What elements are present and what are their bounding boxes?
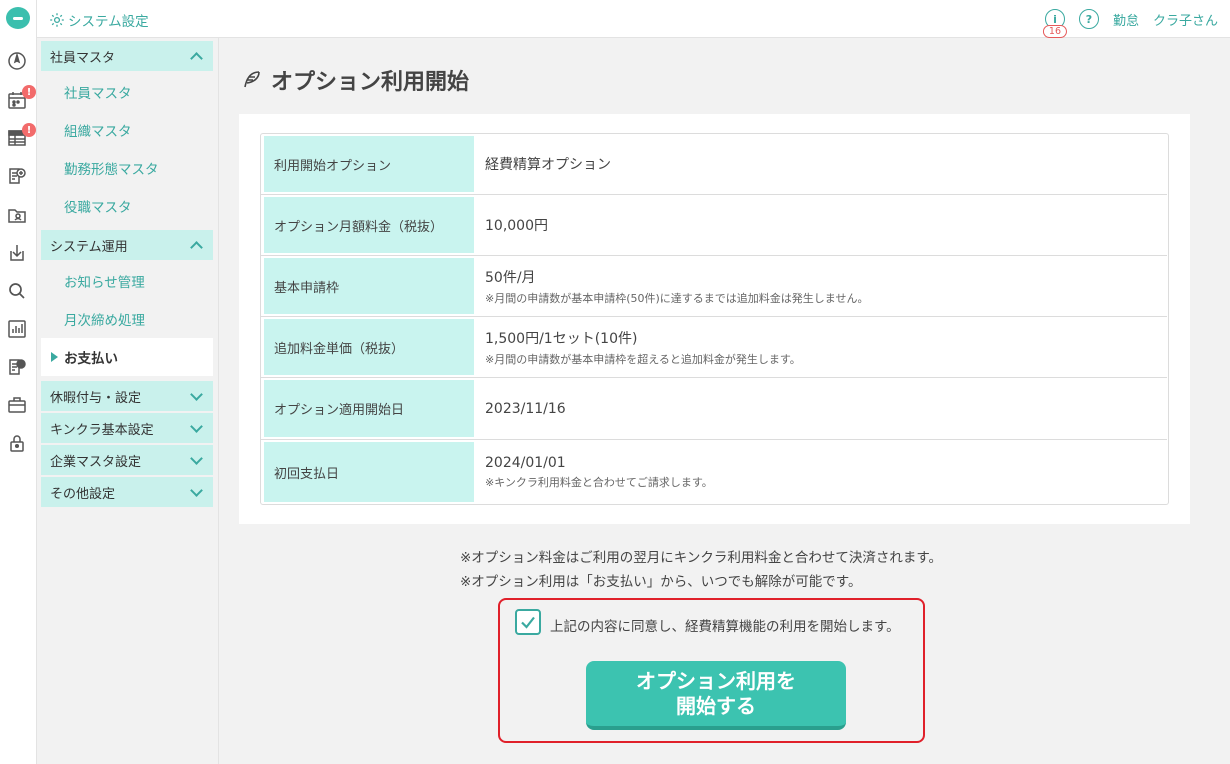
- page-title: オプション利用開始: [241, 64, 469, 96]
- gear-icon: [50, 13, 64, 27]
- add-document-icon[interactable]: [6, 165, 28, 187]
- feather-pen-icon: [244, 71, 260, 88]
- row-value: 10,000円: [485, 218, 548, 234]
- dashboard-icon[interactable]: [6, 50, 28, 72]
- sidebar-section-kinkura-basic-settings[interactable]: キンクラ基本設定: [41, 413, 213, 443]
- sidebar-item-work-pattern-master[interactable]: 勤務形態マスタ: [41, 150, 213, 186]
- report-chart-icon[interactable]: [6, 318, 28, 340]
- sidebar-item-label: 勤務形態マスタ: [64, 162, 159, 178]
- sidebar-item-label: 月次締め処理: [64, 313, 145, 329]
- calendar-alert-icon: !: [22, 85, 36, 99]
- header-title-text: システム設定: [68, 14, 149, 30]
- sidebar-item-label: 社員マスタ: [64, 86, 132, 102]
- download-icon[interactable]: [6, 242, 28, 264]
- row-value: 50件/月: [485, 269, 536, 286]
- header-title[interactable]: システム設定: [49, 10, 149, 30]
- chevron-up-icon: [190, 241, 203, 254]
- row-label: 初回支払日: [264, 442, 474, 502]
- sidebar-item-payment[interactable]: お支払い: [41, 338, 213, 376]
- row-label: オプション月額料金（税抜）: [264, 197, 474, 253]
- row-value-cell: 50件/月 ※月間の申請数が基本申請枠(50件)に達するまでは追加料金は発生しま…: [485, 256, 1167, 316]
- row-label: 基本申請枠: [264, 258, 474, 314]
- chevron-up-icon: [190, 52, 203, 65]
- table-row: 利用開始オプション 経費精算オプション: [261, 134, 1167, 195]
- sidebar-item-position-master[interactable]: 役職マスタ: [41, 188, 213, 224]
- sidebar-item-employee-master[interactable]: 社員マスタ: [41, 74, 213, 110]
- row-label: 利用開始オプション: [264, 136, 474, 192]
- row-label: オプション適用開始日: [264, 380, 474, 437]
- attendance-link[interactable]: 勤怠: [1113, 10, 1139, 29]
- row-value-cell: 10,000円: [485, 195, 1167, 255]
- table-row: オプション月額料金（税抜） 10,000円: [261, 195, 1167, 256]
- sidebar-section-label: その他設定: [50, 486, 116, 502]
- sidebar-section-system-operation[interactable]: システム運用: [41, 230, 213, 260]
- row-value: 1,500円/1セット(10件): [485, 330, 638, 347]
- sidebar-section-label: 企業マスタ設定: [50, 454, 142, 470]
- table-row: 基本申請枠 50件/月 ※月間の申請数が基本申請枠(50件)に達するまでは追加料…: [261, 256, 1167, 317]
- sidebar-section-label: キンクラ基本設定: [50, 422, 154, 438]
- start-option-button[interactable]: オプション利用を 開始する: [586, 661, 846, 730]
- row-note: ※キンクラ利用料金と合わせてご請求します。: [485, 475, 713, 489]
- sidebar-item-organization-master[interactable]: 組織マスタ: [41, 112, 213, 148]
- sidebar-section-other-settings[interactable]: その他設定: [41, 477, 213, 507]
- table-row: オプション適用開始日 2023/11/16: [261, 378, 1167, 440]
- row-value: 2023/11/16: [485, 400, 566, 417]
- row-note: ※月間の申請数が基本申請枠(50件)に達するまでは追加料金は発生しません。: [485, 291, 869, 305]
- user-folder-icon[interactable]: [6, 204, 28, 226]
- row-value: 経費精算オプション: [485, 157, 611, 173]
- table-icon[interactable]: !: [6, 123, 36, 149]
- app-logo-icon[interactable]: [6, 7, 30, 29]
- sidebar-section-label: 社員マスタ: [50, 50, 116, 66]
- notification-count-badge: 16: [1042, 25, 1068, 38]
- chevron-down-icon: [190, 419, 203, 433]
- user-name-link[interactable]: クラ子さん: [1153, 10, 1218, 29]
- checkmark-icon: [521, 616, 535, 629]
- sidebar-item-label: 役職マスタ: [64, 200, 132, 216]
- search-icon[interactable]: [6, 280, 28, 302]
- sidebar-item-monthly-closing[interactable]: 月次締め処理: [41, 301, 213, 337]
- help-icon[interactable]: ?: [1078, 9, 1099, 29]
- row-value-cell: 経費精算オプション: [485, 134, 1167, 194]
- page-title-text: オプション利用開始: [271, 70, 470, 95]
- expense-icon[interactable]: [6, 356, 28, 378]
- sidebar-section-company-master[interactable]: 企業マスタ設定: [41, 445, 213, 475]
- sidebar-section-label: システム運用: [50, 239, 128, 255]
- sidebar-item-label: お支払い: [64, 351, 118, 367]
- main-content: オプション利用開始 利用開始オプション 経費精算オプション オプション月額料金（…: [219, 38, 1230, 764]
- sidebar: 社員マスタ 社員マスタ 組織マスタ 勤務形態マスタ 役職マスタ システム運用 お…: [37, 38, 219, 764]
- sidebar-item-notice-management[interactable]: お知らせ管理: [41, 263, 213, 299]
- row-value-cell: 2023/11/16: [485, 378, 1167, 439]
- row-note: ※月間の申請数が基本申請枠を超えると追加料金が発生します。: [485, 352, 801, 366]
- table-row: 追加料金単価（税抜） 1,500円/1セット(10件) ※月間の申請数が基本申請…: [261, 317, 1167, 378]
- calendar-icon[interactable]: !: [6, 85, 36, 111]
- option-detail-table: 利用開始オプション 経費精算オプション オプション月額料金（税抜） 10,000…: [260, 133, 1169, 505]
- chevron-down-icon: [190, 451, 203, 465]
- sidebar-item-label: お知らせ管理: [64, 275, 145, 291]
- table-alert-icon: !: [22, 123, 36, 137]
- agreement-label[interactable]: 上記の内容に同意し、経費精算機能の利用を開始します。: [550, 615, 900, 635]
- icon-rail: ! !: [0, 0, 37, 764]
- sidebar-item-label: 組織マスタ: [64, 124, 132, 140]
- sidebar-section-leave-settings[interactable]: 休暇付与・設定: [41, 381, 213, 411]
- row-value: 2024/01/01: [485, 454, 566, 471]
- chevron-down-icon: [190, 387, 203, 401]
- row-label: 追加料金単価（税抜）: [264, 319, 474, 375]
- agreement-section: 上記の内容に同意し、経費精算機能の利用を開始します。 オプション利用を 開始する: [498, 598, 925, 743]
- sidebar-section-label: 休暇付与・設定: [50, 390, 142, 406]
- sidebar-section-employee-master[interactable]: 社員マスタ: [41, 41, 213, 71]
- active-indicator-icon: [51, 352, 58, 362]
- option-detail-card: 利用開始オプション 経費精算オプション オプション月額料金（税抜） 10,000…: [239, 114, 1190, 524]
- row-value-cell: 1,500円/1セット(10件) ※月間の申請数が基本申請枠を超えると追加料金が…: [485, 317, 1167, 377]
- lock-icon[interactable]: [6, 432, 28, 454]
- billing-note: ※オプション利用は「お支払い」から、いつでも解除が可能です。: [460, 574, 862, 590]
- row-value-cell: 2024/01/01 ※キンクラ利用料金と合わせてご請求します。: [485, 440, 1167, 504]
- billing-notes: ※オプション料金はご利用の翌月にキンクラ利用料金と合わせて決済されます。 ※オプ…: [460, 546, 942, 594]
- briefcase-icon[interactable]: [6, 394, 28, 416]
- agreement-checkbox[interactable]: [515, 609, 541, 635]
- billing-note: ※オプション料金はご利用の翌月にキンクラ利用料金と合わせて決済されます。: [460, 550, 943, 566]
- top-header: システム設定 i 16 ? 勤怠 クラ子さん: [37, 0, 1230, 38]
- chevron-down-icon: [190, 483, 203, 497]
- info-icon[interactable]: i 16: [1042, 9, 1068, 38]
- table-row: 初回支払日 2024/01/01 ※キンクラ利用料金と合わせてご請求します。: [261, 440, 1167, 504]
